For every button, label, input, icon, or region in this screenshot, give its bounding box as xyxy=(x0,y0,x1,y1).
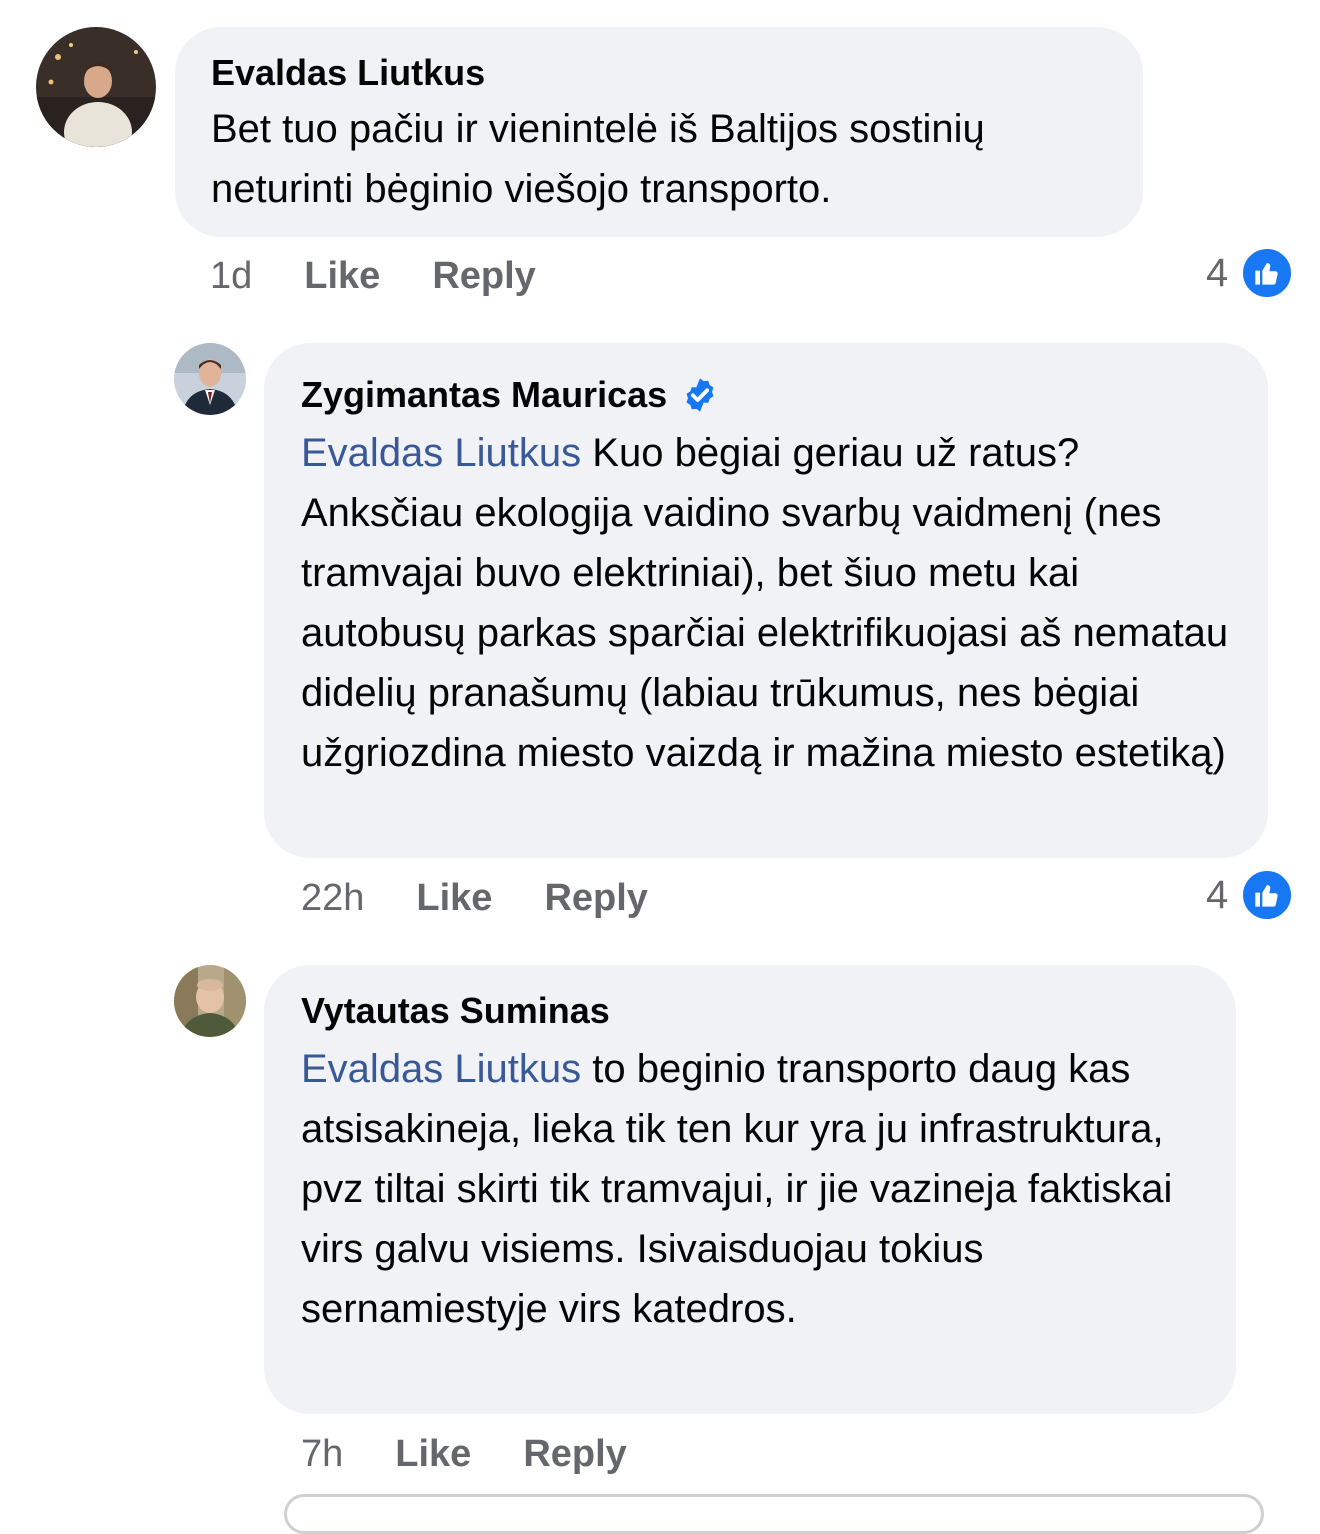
reaction-count: 4 xyxy=(1206,250,1229,295)
author-name[interactable]: Zygimantas Mauricas xyxy=(301,373,667,417)
verified-badge-icon xyxy=(681,376,719,414)
comment-text: Evaldas Liutkus Kuo bėgiai geriau už rat… xyxy=(301,423,1232,783)
like-icon xyxy=(1240,868,1295,922)
comment-actions: 22h Like Reply xyxy=(301,876,648,920)
comment-text: Bet tuo pačiu ir vienintelė iš Baltijos … xyxy=(211,107,985,211)
comment-time[interactable]: 7h xyxy=(301,1432,343,1476)
comment-text: Evaldas Liutkus to beginio transporto da… xyxy=(301,1039,1200,1339)
reply-button[interactable]: Reply xyxy=(432,254,535,298)
comment-bubble: Zygimantas Mauricas Evaldas Liutkus Kuo … xyxy=(264,343,1268,858)
reply-input[interactable] xyxy=(284,1494,1264,1534)
avatar[interactable] xyxy=(174,965,246,1037)
comment-author[interactable]: Evaldas Liutkus xyxy=(211,51,1107,95)
comment-actions: 1d Like Reply xyxy=(210,254,536,298)
comment-time[interactable]: 1d xyxy=(210,254,252,298)
comment-body: Kuo bėgiai geriau už ratus? Anksčiau eko… xyxy=(301,431,1229,775)
mention-link[interactable]: Evaldas Liutkus xyxy=(301,431,581,475)
reply-button[interactable]: Reply xyxy=(544,876,647,920)
reply-button[interactable]: Reply xyxy=(523,1432,626,1476)
comment-author[interactable]: Zygimantas Mauricas xyxy=(301,373,1232,417)
like-icon xyxy=(1240,246,1295,300)
comment-time[interactable]: 22h xyxy=(301,876,364,920)
comment-actions: 7h Like Reply xyxy=(301,1432,627,1476)
reaction-summary[interactable]: 4 xyxy=(1206,868,1295,922)
like-button[interactable]: Like xyxy=(395,1432,471,1476)
like-button[interactable]: Like xyxy=(416,876,492,920)
comment-bubble: Vytautas Suminas Evaldas Liutkus to begi… xyxy=(264,965,1236,1414)
like-button[interactable]: Like xyxy=(304,254,380,298)
comment-author[interactable]: Vytautas Suminas xyxy=(301,989,1200,1033)
reaction-count: 4 xyxy=(1206,872,1229,917)
reaction-summary[interactable]: 4 xyxy=(1206,246,1295,300)
avatar[interactable] xyxy=(174,343,246,415)
avatar[interactable] xyxy=(36,27,156,147)
mention-link[interactable]: Evaldas Liutkus xyxy=(301,1047,581,1091)
comment-bubble: Evaldas Liutkus Bet tuo pačiu ir vienint… xyxy=(175,27,1143,237)
